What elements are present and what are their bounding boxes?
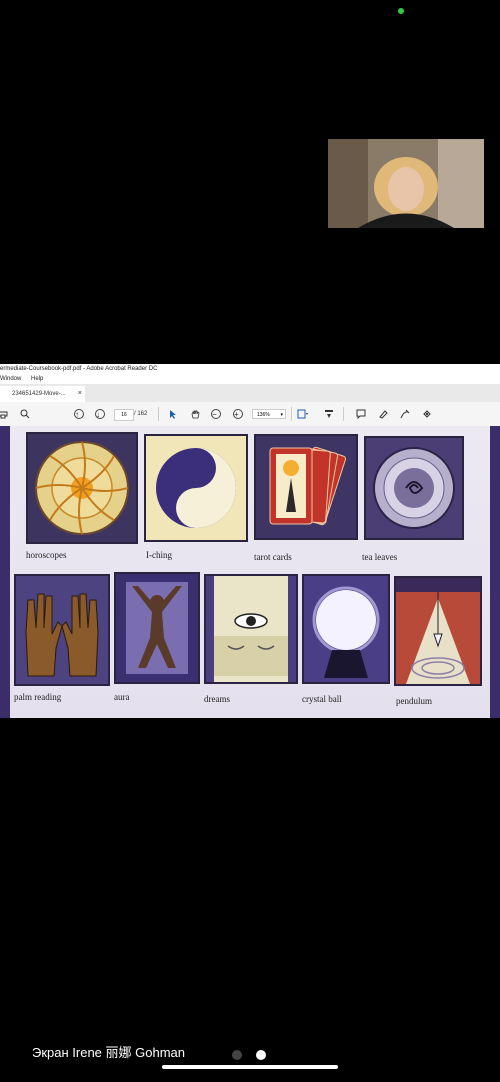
zoom-level-value: 136% [257,412,270,418]
scrolling-mode-icon[interactable] [322,407,336,421]
zoom-in-icon[interactable]: + [231,407,245,421]
window-title: ermediate-Coursebook-pdf.pdf - Adobe Acr… [0,364,500,374]
next-page-icon[interactable]: ↓ [93,407,107,421]
toolbar-divider [343,407,344,421]
caption-crystal-ball: crystal ball [302,694,342,704]
image-palm-reading [14,574,110,686]
menu-bar: Window Help [0,374,500,384]
search-icon[interactable] [18,407,32,421]
page-indicator[interactable] [232,1050,266,1060]
image-dreams [204,574,298,684]
status-indicator [398,8,404,14]
participant-video[interactable] [328,139,484,228]
comment-icon[interactable] [354,407,368,421]
toolbar-divider [291,407,292,421]
tab-document[interactable]: 234651429-Move-... × [0,386,85,402]
zoom-level-select[interactable]: 136% ▾ [252,409,286,419]
menu-item-window[interactable]: Window [0,376,21,382]
image-crystal-ball [302,574,390,684]
toolbar: ↑ ↓ 16 / 162 − + 136% ▾ [0,402,500,427]
image-pendulum [394,576,482,686]
caption-aura: aura [114,692,130,702]
caption-palm-reading: palm reading [14,692,62,702]
zoom-out-icon[interactable]: − [209,407,223,421]
select-cursor-icon[interactable] [166,407,180,421]
caption-tarot-cards: tarot cards [254,552,292,562]
page-border-right [490,426,500,718]
page-dot-2-active[interactable] [256,1050,266,1060]
caption-pendulum: pendulum [396,696,432,706]
image-i-ching [144,434,248,542]
stamp-icon[interactable] [420,407,434,421]
page-number-input[interactable]: 16 [114,409,134,421]
page-border-left [0,426,10,718]
fit-page-icon[interactable] [296,407,310,421]
screen-share-label: Экран Irene 丽娜 Gohman [32,1045,185,1060]
document-page[interactable]: horoscopes I-ching tarot cards tea leave… [0,426,500,718]
print-icon[interactable] [0,407,10,421]
toolbar-divider [158,407,159,421]
previous-page-icon[interactable]: ↑ [72,407,86,421]
tab-close-icon[interactable]: × [78,386,82,402]
caption-tea-leaves: tea leaves [362,552,398,562]
caption-dreams: dreams [204,694,230,704]
image-aura [114,572,200,684]
image-tarot-cards [254,434,358,540]
caption-i-ching: I-ching [146,550,172,560]
tab-label: 234651429-Move-... [12,391,66,397]
hand-tool-icon[interactable] [188,407,202,421]
menu-item-help[interactable]: Help [31,376,43,382]
page-total: / 162 [134,411,148,417]
image-horoscopes [26,432,138,544]
caption-horoscopes: horoscopes [26,550,67,560]
home-indicator[interactable] [162,1065,338,1069]
shared-screen: ermediate-Coursebook-pdf.pdf - Adobe Acr… [0,364,500,718]
chevron-down-icon: ▾ [280,412,283,418]
highlight-pen-icon[interactable] [376,407,390,421]
page-dot-1[interactable] [232,1050,242,1060]
draw-icon[interactable] [398,407,412,421]
participant-video-image [328,139,484,228]
tab-bar: 234651429-Move-... × [0,384,500,402]
image-tea-leaves [364,436,464,540]
